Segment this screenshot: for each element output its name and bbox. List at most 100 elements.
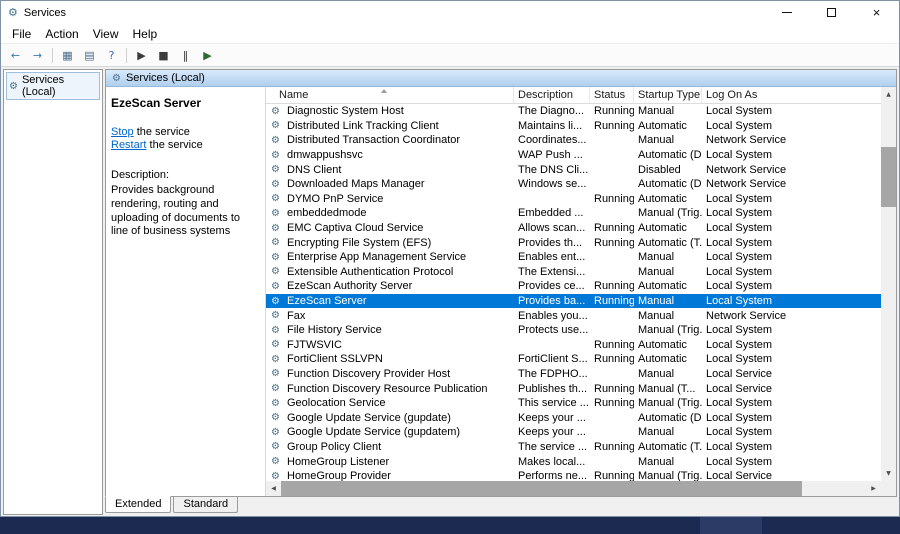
service-row[interactable]: ⚙Google Update Service (gupdate)Keeps yo… — [266, 410, 881, 425]
column-header-status[interactable]: Status — [590, 87, 634, 103]
service-row[interactable]: ⚙Extensible Authentication ProtocolThe E… — [266, 265, 881, 280]
stop-service-link[interactable]: Stop — [111, 126, 134, 138]
service-row[interactable]: ⚙Function Discovery Resource Publication… — [266, 381, 881, 396]
service-row[interactable]: ⚙Encrypting File System (EFS)Provides th… — [266, 235, 881, 250]
service-name: Google Update Service (gupdate) — [287, 412, 451, 424]
service-description: Enables ent... — [514, 251, 590, 263]
service-row[interactable]: ⚙File History ServiceProtects use...Manu… — [266, 323, 881, 338]
stop-service-line: Stop the service — [111, 126, 259, 138]
service-logon-as: Local Service — [702, 368, 881, 380]
export-list-button[interactable]: ▤ — [79, 45, 100, 65]
vertical-scrollbar[interactable]: ▲ ▼ — [881, 87, 896, 481]
column-header-log-on-as[interactable]: Log On As — [702, 87, 881, 103]
horizontal-scroll-thumb[interactable] — [281, 481, 802, 496]
stop-service-button[interactable]: ■ — [153, 45, 174, 65]
scroll-down-icon[interactable]: ▼ — [881, 466, 896, 481]
service-name: DNS Client — [287, 164, 341, 176]
service-row[interactable]: ⚙dmwappushsvcWAP Push ...Automatic (D...… — [266, 148, 881, 163]
service-startup-type: Manual (Trig... — [634, 397, 702, 409]
service-name-cell: ⚙DNS Client — [266, 164, 514, 176]
taskbar[interactable] — [0, 517, 900, 534]
menu-file[interactable]: File — [5, 26, 38, 42]
service-startup-type: Manual (Trig... — [634, 470, 702, 481]
horizontal-scrollbar[interactable]: ◀ ▶ — [266, 481, 881, 496]
restart-service-button[interactable]: ▶ — [197, 45, 218, 65]
toolbar-separator — [52, 48, 53, 63]
close-button[interactable]: × — [854, 1, 899, 24]
help-button[interactable]: ? — [101, 45, 122, 65]
service-row[interactable]: ⚙Enterprise App Management ServiceEnable… — [266, 250, 881, 265]
back-button[interactable]: ← — [5, 45, 26, 65]
service-logon-as: Local System — [702, 222, 881, 234]
menu-action[interactable]: Action — [38, 26, 85, 42]
column-header-label: Description — [518, 89, 573, 101]
service-description-pane: EzeScan Server Stop the service Restart … — [106, 87, 266, 496]
service-logon-as: Local System — [702, 120, 881, 132]
minimize-button[interactable] — [764, 1, 809, 24]
service-row[interactable]: ⚙Distributed Link Tracking ClientMaintai… — [266, 119, 881, 134]
service-description: Keeps your ... — [514, 412, 590, 424]
column-header-description[interactable]: Description — [514, 87, 590, 103]
tree-item-label: Services (Local) — [22, 74, 95, 98]
pause-service-button[interactable]: ‖ — [175, 45, 196, 65]
service-name-cell: ⚙ Distributed Link Tracking Client — [266, 120, 514, 132]
scrollbar-corner — [881, 481, 896, 496]
service-description-text: Provides background rendering, routing a… — [111, 184, 259, 239]
restart-service-link[interactable]: Restart — [111, 139, 146, 151]
service-row[interactable]: ⚙FortiClient SSLVPNFortiClient S...Runni… — [266, 352, 881, 367]
service-gear-icon: ⚙ — [269, 310, 282, 321]
service-name: Downloaded Maps Manager — [287, 178, 425, 190]
service-description: Keeps your ... — [514, 426, 590, 438]
start-service-button[interactable]: ▶ — [131, 45, 152, 65]
service-row[interactable]: ⚙HomeGroup ListenerMakes local...ManualL… — [266, 454, 881, 469]
service-name: Geolocation Service — [287, 397, 385, 409]
service-row[interactable]: ⚙DNS ClientThe DNS Cli...DisabledNetwork… — [266, 162, 881, 177]
service-status: Running — [590, 470, 634, 481]
tree-item-services-local[interactable]: ⚙ Services (Local) — [6, 72, 100, 100]
service-status: Running — [590, 339, 634, 351]
service-gear-icon: ⚙ — [269, 120, 282, 131]
service-row[interactable]: ⚙EzeScan ServerProvides ba...RunningManu… — [266, 294, 881, 309]
service-gear-icon: ⚙ — [269, 441, 282, 452]
forward-button[interactable]: → — [27, 45, 48, 65]
taskbar-segment[interactable] — [700, 517, 762, 534]
service-row[interactable]: ⚙HomeGroup ProviderPerforms ne...Running… — [266, 469, 881, 481]
service-description: The Extensi... — [514, 266, 590, 278]
service-name-cell: ⚙EMC Captiva Cloud Service — [266, 222, 514, 234]
service-row[interactable]: ⚙Geolocation ServiceThis service ...Runn… — [266, 396, 881, 411]
service-row[interactable]: ⚙Distributed Transaction CoordinatorCoor… — [266, 133, 881, 148]
vertical-scroll-thumb[interactable] — [881, 147, 896, 207]
menu-view[interactable]: View — [86, 26, 126, 42]
service-name: Distributed Link Tracking Client — [287, 120, 439, 132]
service-row[interactable]: ⚙FaxEnables you...ManualNetwork Service — [266, 308, 881, 323]
menu-help[interactable]: Help — [126, 26, 165, 42]
service-name-cell: ⚙Fax — [266, 310, 514, 322]
scroll-left-icon[interactable]: ◀ — [266, 481, 281, 496]
service-startup-type: Automatic — [634, 120, 702, 132]
service-name-cell: ⚙Google Update Service (gupdate) — [266, 412, 514, 424]
maximize-button[interactable] — [809, 1, 854, 24]
scroll-up-icon[interactable]: ▲ — [881, 87, 896, 102]
tab-extended[interactable]: Extended — [105, 496, 171, 513]
panel-header-title: Services (Local) — [126, 72, 205, 84]
service-row[interactable]: ⚙FJTWSVICRunningAutomaticLocal System — [266, 338, 881, 353]
service-row[interactable]: ⚙embeddedmodeEmbedded ...Manual (Trig...… — [266, 206, 881, 221]
scroll-right-icon[interactable]: ▶ — [866, 481, 881, 496]
show-console-tree-button[interactable]: ▦ — [57, 45, 78, 65]
service-row[interactable]: ⚙EzeScan Authority ServerProvides ce...R… — [266, 279, 881, 294]
service-row[interactable]: ⚙EMC Captiva Cloud ServiceAllows scan...… — [266, 221, 881, 236]
service-name: EzeScan Authority Server — [287, 280, 412, 292]
tab-standard[interactable]: Standard — [173, 497, 238, 513]
service-name: embeddedmode — [287, 207, 367, 219]
service-row[interactable]: ⚙Diagnostic System HostThe Diagno...Runn… — [266, 104, 881, 119]
service-row[interactable]: ⚙Function Discovery Provider HostThe FDP… — [266, 367, 881, 382]
selected-service-name: EzeScan Server — [111, 96, 259, 110]
service-row[interactable]: ⚙DYMO PnP ServiceRunningAutomaticLocal S… — [266, 192, 881, 207]
column-header-name[interactable]: Name — [266, 87, 514, 103]
service-row[interactable]: ⚙Downloaded Maps ManagerWindows se...Aut… — [266, 177, 881, 192]
column-header-startup-type[interactable]: Startup Type — [634, 87, 702, 103]
description-label: Description: — [111, 169, 259, 181]
service-startup-type: Manual — [634, 295, 702, 307]
service-row[interactable]: ⚙Google Update Service (gupdatem)Keeps y… — [266, 425, 881, 440]
service-row[interactable]: ⚙Group Policy ClientThe service ...Runni… — [266, 440, 881, 455]
